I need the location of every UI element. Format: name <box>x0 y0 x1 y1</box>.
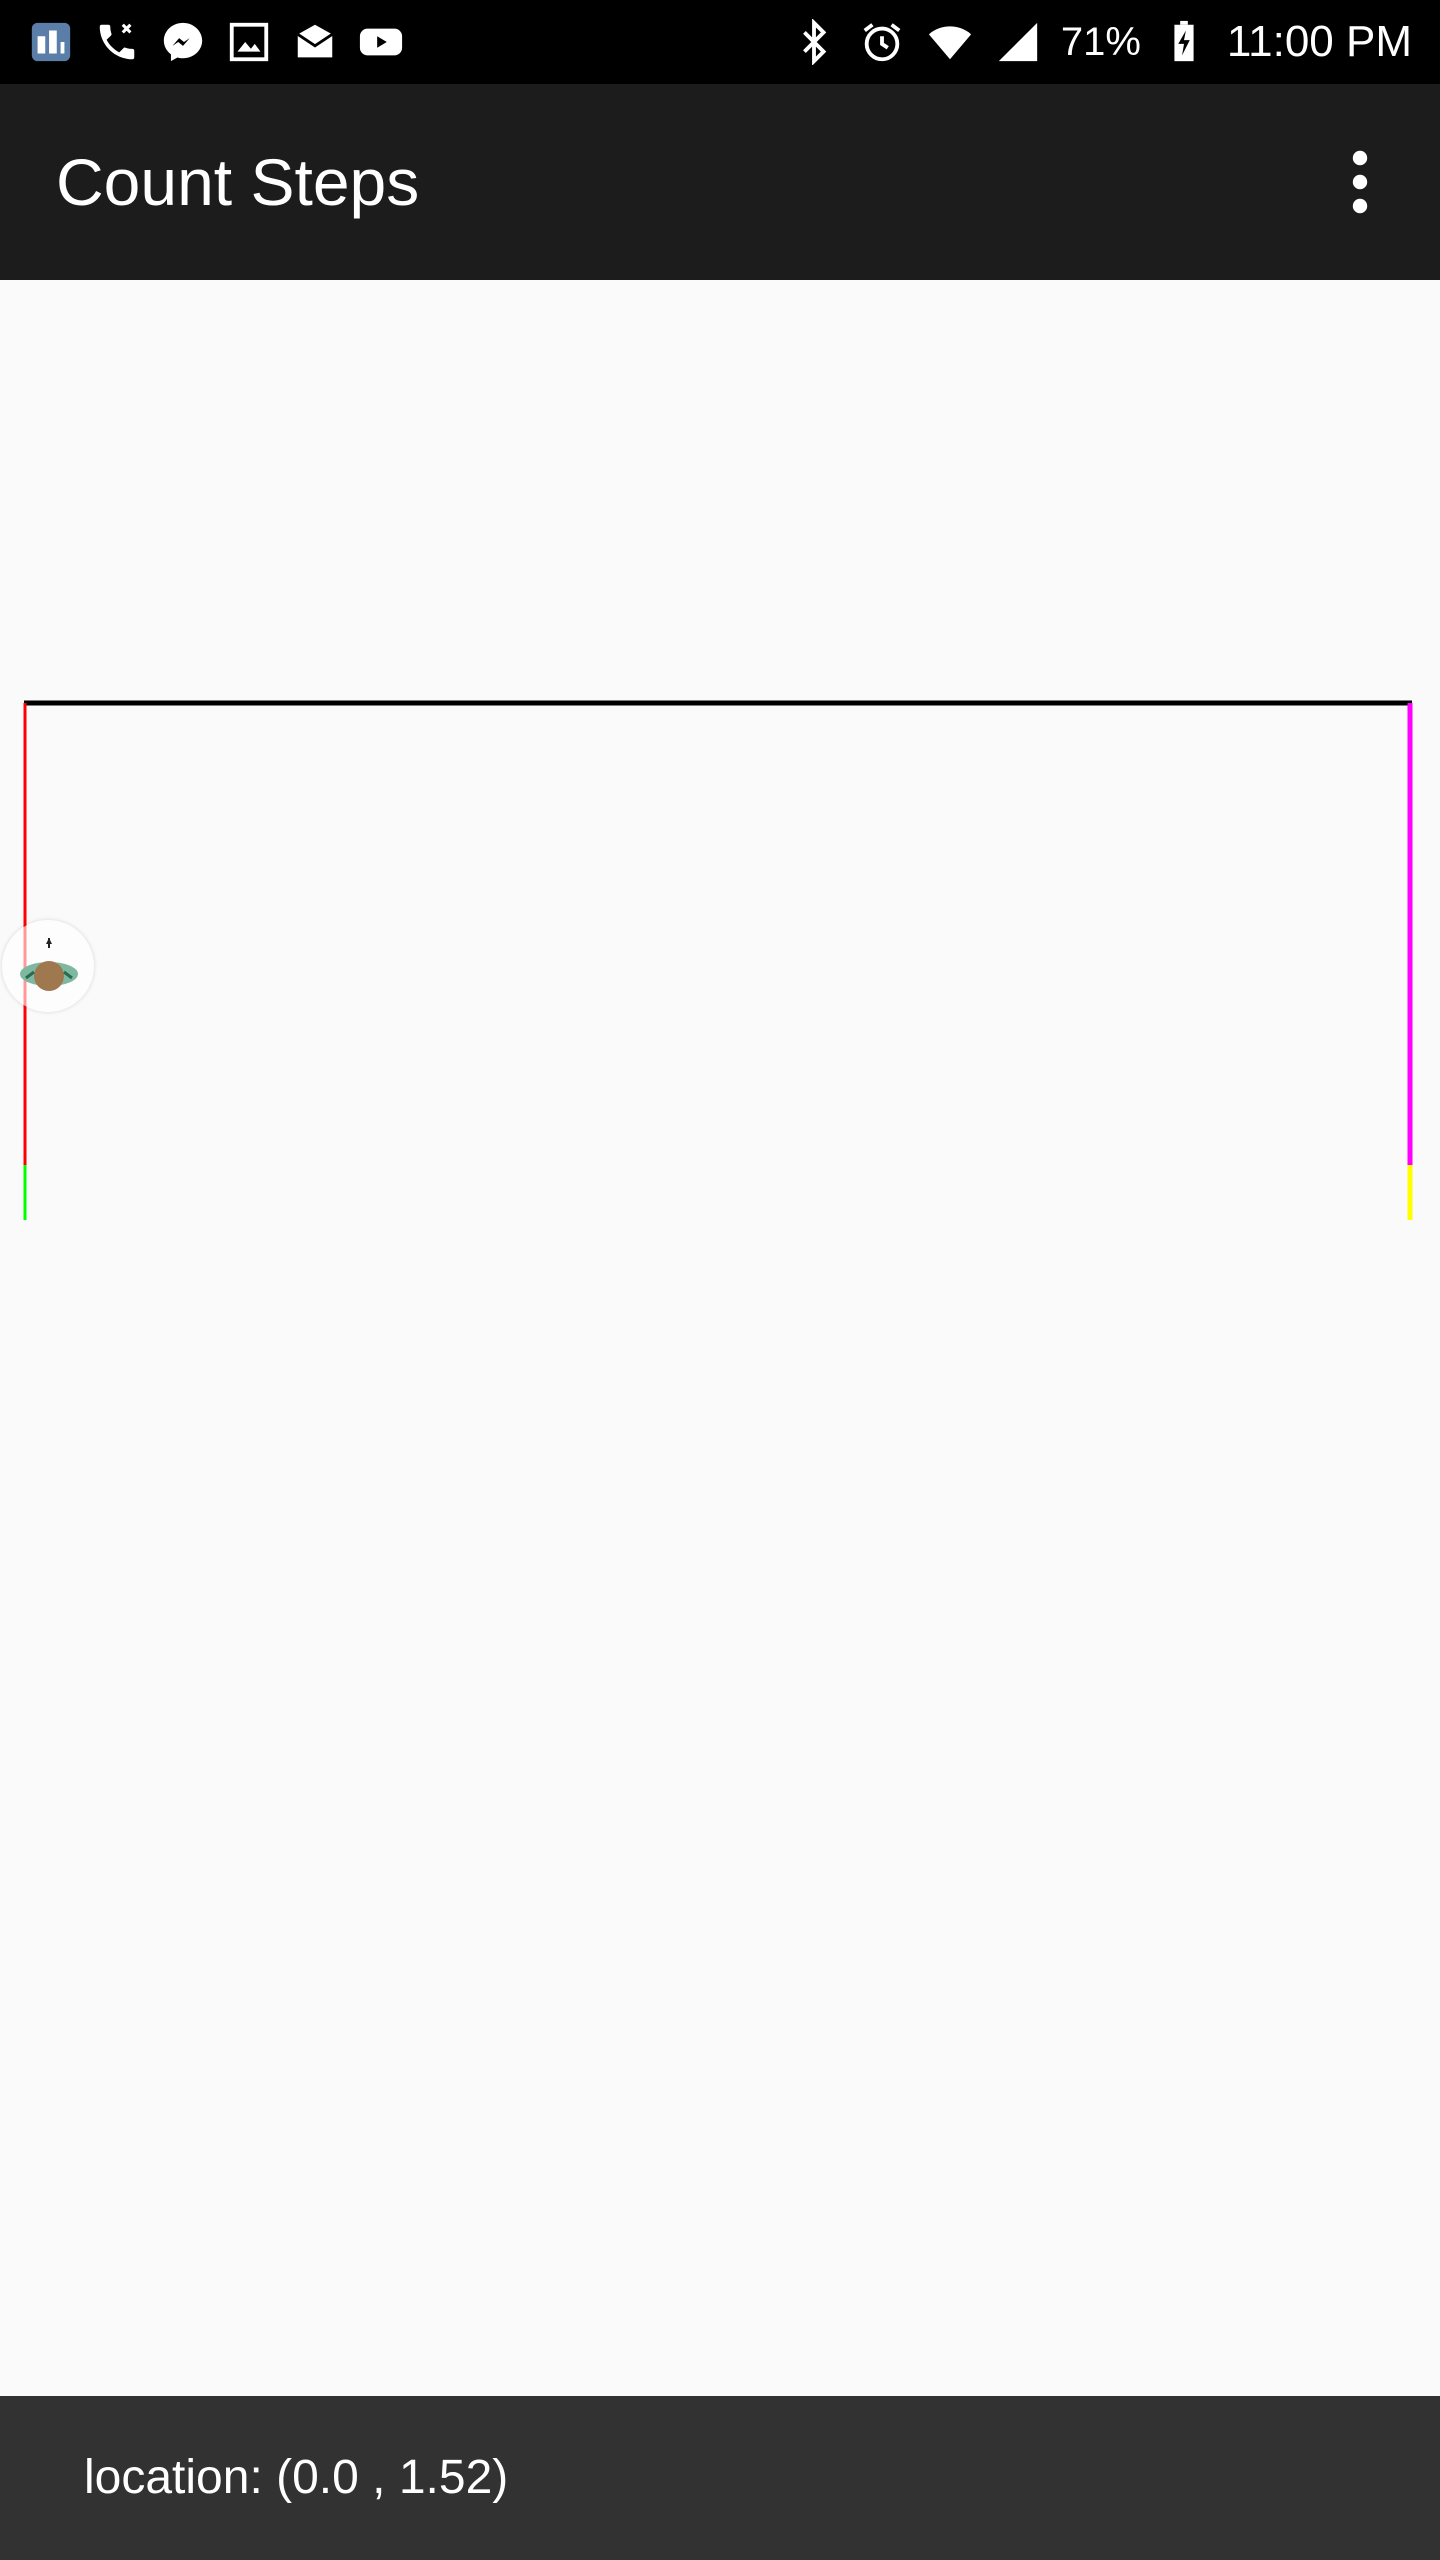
bluetooth-icon <box>789 17 839 67</box>
cell-signal-icon <box>993 17 1043 67</box>
messenger-icon <box>158 17 208 67</box>
floor-plan <box>0 700 1440 1220</box>
youtube-icon <box>356 17 406 67</box>
status-bar: 71% 11:00 PM <box>0 0 1440 84</box>
person-marker-icon <box>20 938 78 991</box>
battery-percent: 71% <box>1060 19 1141 64</box>
app-title: Count Steps <box>56 145 420 219</box>
more-vert-icon <box>1352 150 1368 214</box>
app-notification-icon <box>26 17 76 67</box>
mail-icon <box>290 17 340 67</box>
more-options-button[interactable] <box>1310 132 1410 232</box>
notification-icons <box>26 14 406 70</box>
app-bar: Count Steps <box>0 84 1440 280</box>
alarm-icon <box>857 17 907 67</box>
location-snackbar: location: (0.0 , 1.52) <box>0 2396 1440 2560</box>
phone-call-icon <box>92 17 142 67</box>
main-content <box>0 280 1440 2396</box>
system-icons: 71% 11:00 PM <box>789 14 1412 70</box>
walker-marker <box>2 920 94 1012</box>
image-icon <box>224 17 274 67</box>
location-readout: location: (0.0 , 1.52) <box>84 2451 509 2504</box>
clock: 11:00 PM <box>1226 17 1412 66</box>
battery-charging-icon <box>1159 17 1209 67</box>
wifi-icon <box>925 17 975 67</box>
